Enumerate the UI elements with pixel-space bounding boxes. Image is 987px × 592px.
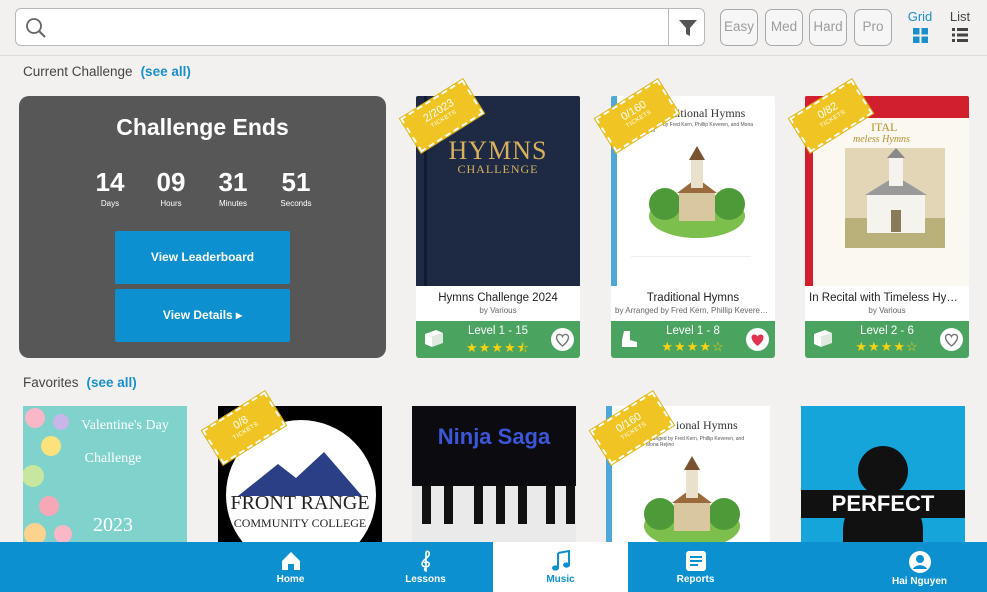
search-input[interactable] bbox=[60, 13, 660, 41]
countdown-seconds: 51 Seconds bbox=[266, 168, 326, 208]
list-view-label: List bbox=[949, 9, 971, 24]
cover-subtitle: meless Hymns bbox=[853, 134, 910, 145]
favorite-button[interactable] bbox=[940, 328, 963, 351]
countdown-minutes-value: 31 bbox=[218, 167, 248, 197]
countdown-days: 14 Days bbox=[80, 168, 140, 208]
favorite-card-perfect[interactable]: PERFECT bbox=[801, 406, 965, 546]
favorite-card-valentines[interactable]: Valentine's Day Challenge 2023 bbox=[23, 406, 187, 546]
countdown-minutes-unit: Minutes bbox=[218, 199, 247, 208]
card-author: by Various bbox=[479, 306, 517, 315]
countdown-days-unit: Days bbox=[100, 199, 120, 208]
card-info: Hymns Challenge 2024 by Various bbox=[416, 286, 580, 321]
countdown-minutes: 31 Minutes bbox=[203, 168, 263, 208]
view-leaderboard-button[interactable]: View Leaderboard bbox=[115, 231, 290, 284]
search-icon[interactable] bbox=[25, 17, 47, 39]
top-bar: Easy Med Hard Pro Grid List bbox=[0, 0, 987, 56]
nav-lessons-label: Lessons bbox=[405, 574, 446, 585]
favorite-card-line1: PERFECT bbox=[801, 490, 965, 518]
nav-lessons[interactable]: Lessons bbox=[358, 542, 493, 592]
favorite-card-line2: Arranged by Fred Kern, Phillip Keveren, … bbox=[646, 436, 745, 448]
nav-home[interactable]: Home bbox=[223, 542, 358, 592]
treble-clef-icon bbox=[420, 550, 430, 572]
favorite-button[interactable] bbox=[746, 328, 769, 351]
difficulty-pro-button[interactable]: Pro bbox=[854, 9, 892, 46]
card-level-bar: Level 1 - 15 ★★★★⯪ bbox=[416, 321, 580, 358]
difficulty-easy-button[interactable]: Easy bbox=[720, 9, 758, 46]
card-title: In Recital with Timeless Hymns bbox=[809, 292, 969, 304]
favorites-header: Favorites (see all) bbox=[23, 375, 137, 390]
card-title: Traditional Hymns bbox=[646, 292, 740, 304]
favorite-card-line2: COMMUNITY COLLEGE bbox=[233, 516, 367, 530]
piano-keys-image bbox=[412, 486, 576, 546]
nav-reports-label: Reports bbox=[676, 574, 715, 585]
countdown-hours-value: 09 bbox=[156, 167, 186, 197]
grid-icon bbox=[912, 28, 928, 43]
view-details-button[interactable]: View Details ▸ bbox=[115, 289, 290, 342]
favorite-card-line1: Valentine's Day bbox=[81, 418, 169, 433]
favorite-card-line2: Challenge bbox=[84, 451, 142, 466]
current-challenge-header: Current Challenge (see all) bbox=[23, 64, 191, 79]
nav-home-label: Home bbox=[276, 574, 305, 585]
bottom-nav: Home Lessons Music Reports Hai Nguyen bbox=[0, 542, 987, 592]
countdown-seconds-unit: Seconds bbox=[280, 199, 312, 208]
card-title: Hymns Challenge 2024 bbox=[438, 292, 558, 304]
profile-icon bbox=[908, 551, 931, 573]
favorite-card-line1: ional Hymns bbox=[676, 418, 738, 432]
grid-view-toggle[interactable]: Grid bbox=[902, 9, 938, 46]
favorite-card-ninja-saga[interactable]: Ninja Saga bbox=[412, 406, 576, 546]
card-author: by Arranged by Fred Kern, Phillip Kevere… bbox=[615, 306, 775, 315]
search-divider bbox=[668, 9, 669, 45]
countdown-days-value: 14 bbox=[95, 167, 125, 197]
church-illustration bbox=[644, 456, 740, 546]
music-screen: { "search": {"placeholder": "", "value":… bbox=[0, 0, 987, 592]
reports-icon bbox=[685, 551, 706, 571]
heart-filled-icon bbox=[751, 334, 764, 346]
nav-reports[interactable]: Reports bbox=[628, 542, 763, 592]
list-view-toggle[interactable]: List bbox=[944, 9, 976, 45]
countdown-hours: 09 Hours bbox=[141, 168, 201, 208]
card-author: by Various bbox=[868, 306, 906, 315]
challenge-panel: Challenge Ends 14 Days 09 Hours 31 Minutes … bbox=[19, 96, 386, 358]
heart-outline-icon bbox=[944, 333, 959, 347]
music-note-icon bbox=[551, 550, 570, 571]
heart-outline-icon bbox=[555, 333, 570, 347]
home-icon bbox=[281, 552, 300, 570]
countdown-hours-unit: Hours bbox=[160, 199, 182, 208]
card-level-bar: Level 2 - 6 ★★★★☆ bbox=[805, 321, 969, 358]
challenge-title: Challenge Ends bbox=[116, 114, 289, 140]
cover-title: ditional Hymns bbox=[671, 106, 746, 120]
current-challenge-label: Current Challenge bbox=[23, 64, 133, 79]
nav-profile[interactable]: Hai Nguyen bbox=[852, 542, 987, 592]
church-painting bbox=[845, 148, 945, 248]
favorite-card-line1: Ninja Saga bbox=[437, 424, 551, 449]
card-info: Traditional Hymns by Arranged by Fred Ke… bbox=[611, 286, 775, 321]
card-level-bar: Level 1 - 8 ★★★★☆ bbox=[611, 321, 775, 358]
search-box[interactable] bbox=[15, 8, 705, 46]
favorites-see-all-link[interactable]: (see all) bbox=[87, 375, 137, 390]
cover-subtitle: CHALLENGE bbox=[457, 162, 539, 176]
church-illustration bbox=[649, 146, 745, 238]
nav-music-label: Music bbox=[546, 574, 575, 585]
difficulty-hard-button[interactable]: Hard bbox=[809, 9, 847, 46]
card-info: In Recital with Timeless Hymns by Variou… bbox=[805, 286, 969, 321]
cover-title: ITAL bbox=[871, 120, 898, 134]
countdown-seconds-value: 51 bbox=[281, 167, 311, 197]
current-challenge-see-all-link[interactable]: (see all) bbox=[141, 64, 191, 79]
favorite-card-line1: FRONT RANGE bbox=[230, 492, 370, 514]
mountain-logo bbox=[238, 452, 362, 496]
difficulty-med-button[interactable]: Med bbox=[765, 9, 803, 46]
nav-music[interactable]: Music bbox=[493, 542, 628, 592]
favorites-label: Favorites bbox=[23, 375, 79, 390]
favorite-card-line3: 2023 bbox=[93, 514, 133, 536]
filter-icon[interactable] bbox=[677, 17, 699, 39]
grid-view-label: Grid bbox=[907, 9, 933, 24]
list-icon bbox=[952, 28, 968, 42]
nav-profile-label: Hai Nguyen bbox=[891, 576, 947, 587]
favorite-button[interactable] bbox=[551, 328, 574, 351]
